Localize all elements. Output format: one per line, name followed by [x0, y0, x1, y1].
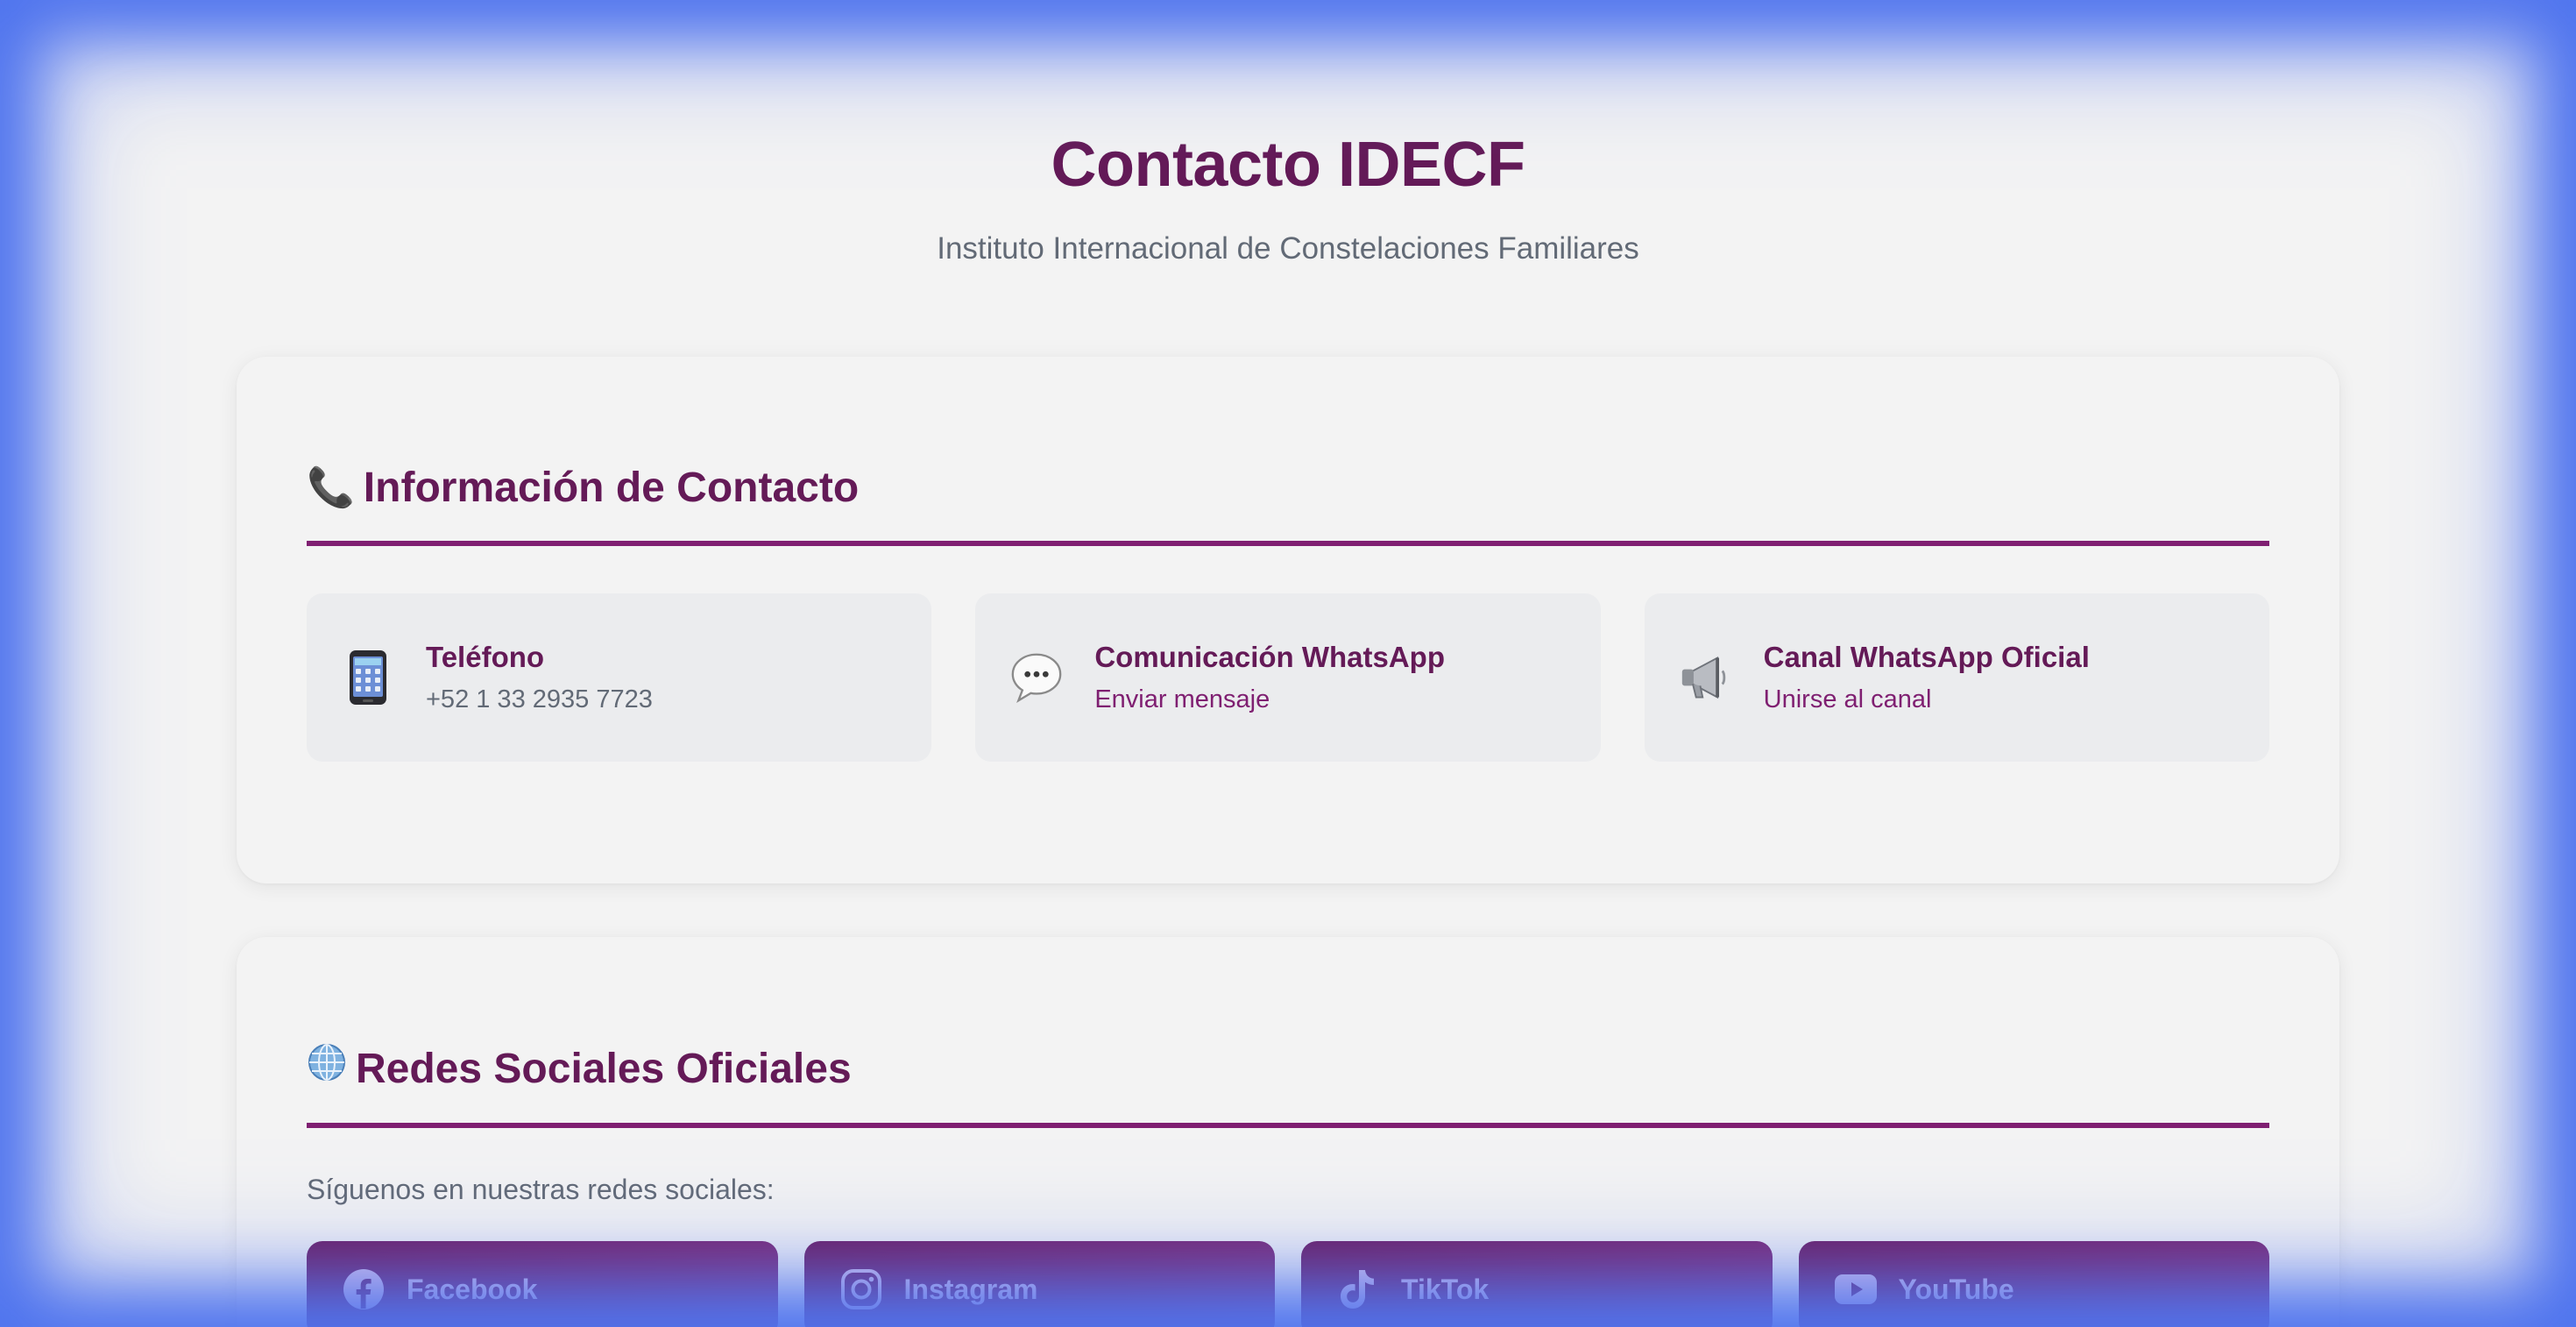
- tiktok-icon: [1336, 1267, 1380, 1311]
- social-links-grid: Facebook Instagram TikTok YouTube: [307, 1241, 2269, 1327]
- page-title: Contacto IDECF: [1051, 130, 1525, 200]
- contact-section-heading: 📞 Información de Contacto: [307, 462, 2269, 546]
- globe-icon: [307, 1042, 347, 1096]
- contact-grid: Teléfono +52 1 33 2935 7723 Comunicación…: [307, 593, 2269, 762]
- mobile-phone-icon: [342, 649, 394, 706]
- telephone-icon: 📞: [307, 465, 355, 510]
- tiktok-button[interactable]: TikTok: [1301, 1241, 1773, 1327]
- send-message-link[interactable]: Enviar mensaje: [1094, 684, 1445, 715]
- social-section-heading: Redes Sociales Oficiales: [307, 1042, 2269, 1128]
- facebook-label: Facebook: [407, 1274, 538, 1305]
- instagram-label: Instagram: [903, 1274, 1038, 1305]
- contact-item-label: Canal WhatsApp Oficial: [1763, 641, 2090, 673]
- facebook-icon: [342, 1267, 386, 1311]
- contact-item-label: Teléfono: [426, 641, 545, 673]
- megaphone-icon: [1680, 649, 1732, 706]
- contact-item-phone[interactable]: Teléfono +52 1 33 2935 7723: [307, 593, 932, 762]
- contact-item-label: Comunicación WhatsApp: [1094, 641, 1446, 673]
- join-channel-link[interactable]: Unirse al canal: [1764, 684, 2090, 715]
- follow-text: Síguenos en nuestras redes sociales:: [307, 1174, 775, 1205]
- phone-number[interactable]: +52 1 33 2935 7723: [426, 684, 653, 715]
- contact-section-title: Información de Contacto: [363, 465, 860, 511]
- speech-bubble-icon: [1010, 649, 1063, 706]
- instagram-icon: [839, 1267, 883, 1311]
- contact-item-whatsapp[interactable]: Comunicación WhatsApp Enviar mensaje: [975, 593, 1601, 762]
- contact-item-channel[interactable]: Canal WhatsApp Oficial Unirse al canal: [1644, 593, 2269, 762]
- page-subtitle: Instituto Internacional de Constelacione…: [937, 231, 1639, 266]
- youtube-button[interactable]: YouTube: [1798, 1241, 2269, 1327]
- contact-page: Contacto IDECF Instituto Internacional d…: [0, 0, 2576, 1327]
- facebook-button[interactable]: Facebook: [307, 1241, 778, 1327]
- contact-info-card: 📞 Información de Contacto Teléfono +52 1…: [237, 357, 2339, 883]
- social-networks-card: Redes Sociales Oficiales Síguenos en nue…: [237, 937, 2339, 1327]
- instagram-button[interactable]: Instagram: [803, 1241, 1275, 1327]
- youtube-label: YouTube: [1898, 1274, 2014, 1305]
- social-section-title: Redes Sociales Oficiales: [356, 1046, 852, 1092]
- tiktok-label: TikTok: [1401, 1274, 1490, 1305]
- youtube-icon: [1834, 1267, 1878, 1311]
- page-header: Contacto IDECF Instituto Internacional d…: [0, 123, 2576, 268]
